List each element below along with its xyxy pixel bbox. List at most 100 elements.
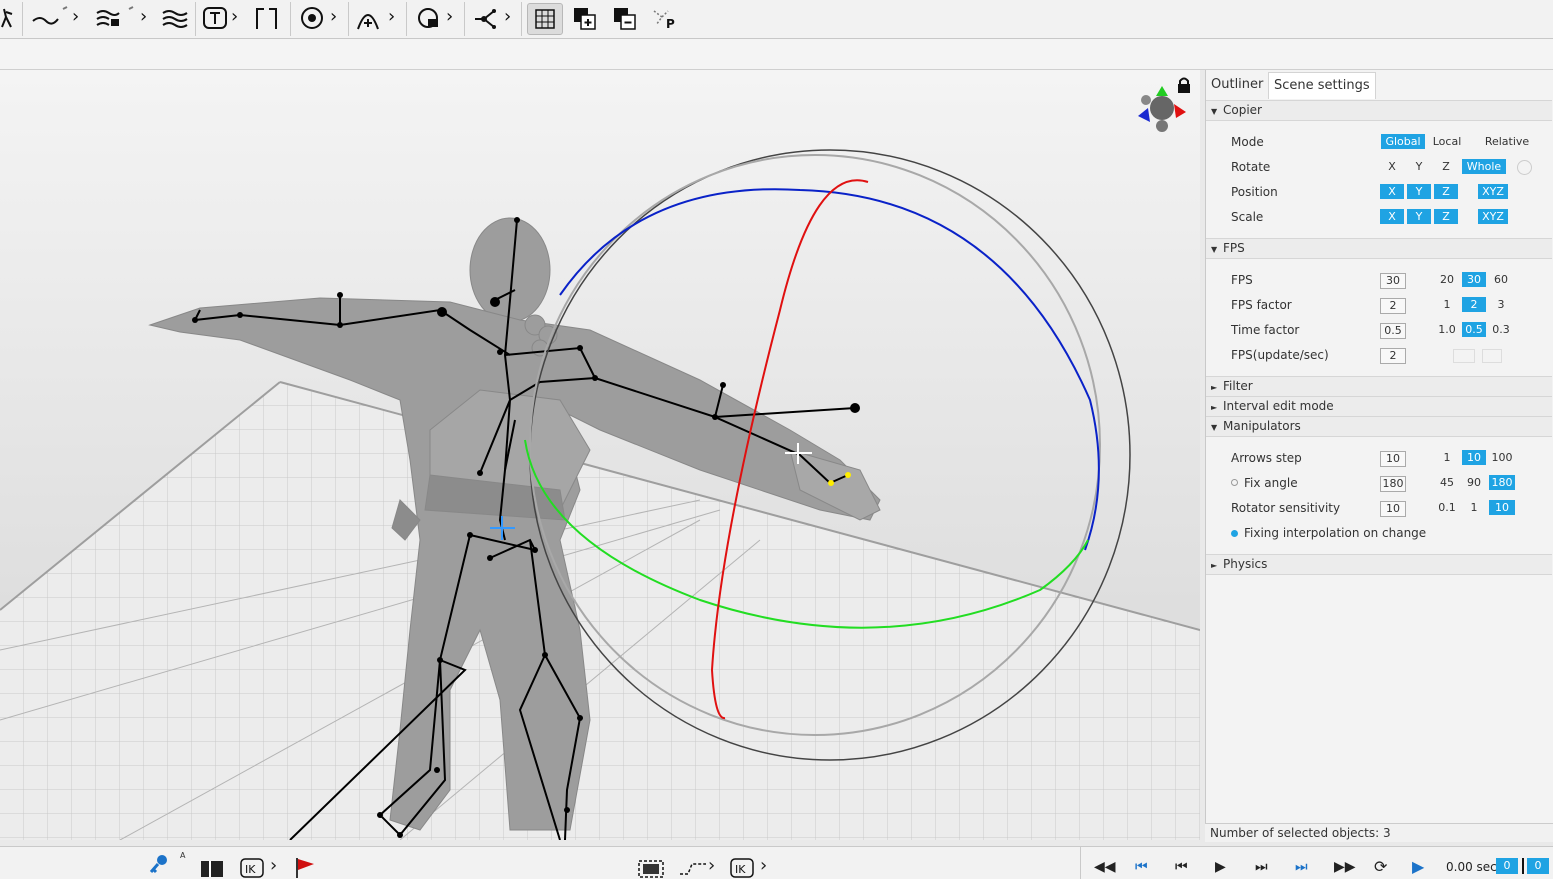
chevron-right-icon[interactable]: › xyxy=(72,6,79,27)
wave-icon[interactable] xyxy=(160,3,190,33)
refresh-icon[interactable] xyxy=(1517,160,1532,175)
rotate-x-button[interactable]: X xyxy=(1380,159,1404,174)
fps-update-input[interactable]: 2 xyxy=(1380,348,1406,364)
scale-z-button[interactable]: Z xyxy=(1434,209,1458,224)
scale-xyz-button[interactable]: XYZ xyxy=(1478,209,1508,224)
fix-angle-radio[interactable] xyxy=(1231,479,1238,486)
arrows-step-input[interactable]: 10 xyxy=(1380,451,1406,467)
rotator-sensitivity-preset-10[interactable]: 10 xyxy=(1489,500,1515,515)
fps-factor-input[interactable]: 2 xyxy=(1380,298,1406,314)
fix-angle-preset-45[interactable]: 45 xyxy=(1435,475,1459,490)
section-manipulators[interactable]: ▼ Manipulators xyxy=(1206,416,1552,437)
grid-icon[interactable] xyxy=(527,3,563,35)
scale-y-button[interactable]: Y xyxy=(1407,209,1431,224)
section-copier[interactable]: ▼ Copier xyxy=(1206,100,1552,121)
tab-scene-settings[interactable]: Scene settings xyxy=(1268,72,1376,99)
rotator-sensitivity-preset-0-1[interactable]: 0.1 xyxy=(1435,500,1459,515)
chevron-right-icon[interactable]: › xyxy=(140,6,147,27)
play-forward-icon[interactable]: ▶ xyxy=(1412,857,1424,876)
chevron-right-icon[interactable]: › xyxy=(388,6,395,27)
lock-icon[interactable] xyxy=(1176,76,1192,94)
key-icon[interactable] xyxy=(148,853,170,874)
mode-global-button[interactable]: Global xyxy=(1381,134,1425,149)
position-x-button[interactable]: X xyxy=(1380,184,1404,199)
arrows-step-preset-1[interactable]: 1 xyxy=(1435,450,1459,465)
prev-frame-icon[interactable]: ⏮ xyxy=(1175,859,1188,875)
add-layer-icon[interactable] xyxy=(570,3,600,33)
next-frame-icon[interactable]: ⏭ xyxy=(1255,859,1268,875)
fps-factor-preset-1[interactable]: 1 xyxy=(1435,297,1459,312)
fix-angle-preset-180[interactable]: 180 xyxy=(1489,475,1515,490)
chevron-right-icon[interactable]: › xyxy=(330,6,337,27)
chevron-right-icon[interactable]: › xyxy=(231,6,238,27)
remove-layer-icon[interactable] xyxy=(610,3,640,33)
time-factor-preset-0-3[interactable]: 0.3 xyxy=(1489,322,1513,337)
chevron-right-icon[interactable]: › xyxy=(504,6,511,27)
fps-factor-preset-2[interactable]: 2 xyxy=(1462,297,1486,312)
section-interval-edit-mode[interactable]: ► Interval edit mode xyxy=(1206,396,1552,417)
time-factor-label: Time factor xyxy=(1231,323,1300,337)
3d-viewport[interactable] xyxy=(0,70,1200,840)
position-y-button[interactable]: Y xyxy=(1407,184,1431,199)
time-factor-input[interactable]: 0.5 xyxy=(1380,323,1406,339)
fast-forward-icon[interactable]: ▶▶ xyxy=(1334,859,1356,875)
arrows-step-preset-100[interactable]: 100 xyxy=(1489,450,1515,465)
position-z-button[interactable]: Z xyxy=(1434,184,1458,199)
chevron-right-icon[interactable]: › xyxy=(270,855,277,876)
frame-input-b[interactable]: 0 xyxy=(1527,858,1549,874)
camera-lock-icon[interactable] xyxy=(298,3,328,33)
fps-factor-preset-3[interactable]: 3 xyxy=(1489,297,1513,312)
frame-select-icon[interactable] xyxy=(638,859,664,879)
bracket-icon[interactable] xyxy=(252,3,282,33)
target-lock-icon[interactable] xyxy=(414,3,444,33)
grid-small-icon[interactable] xyxy=(1482,349,1502,363)
section-fps[interactable]: ▼ FPS xyxy=(1206,238,1552,259)
pose-icon[interactable] xyxy=(0,3,14,33)
window-icon[interactable] xyxy=(1453,349,1475,363)
fix-angle-preset-90[interactable]: 90 xyxy=(1462,475,1486,490)
section-filter[interactable]: ► Filter xyxy=(1206,376,1552,397)
time-factor-preset-1-0[interactable]: 1.0 xyxy=(1435,322,1459,337)
svg-text:IK: IK xyxy=(735,863,746,876)
fps-preset-20[interactable]: 20 xyxy=(1435,272,1459,287)
chevron-right-icon[interactable]: › xyxy=(760,855,767,876)
curve-lock-icon[interactable] xyxy=(94,3,138,33)
mode-local-button[interactable]: Local xyxy=(1428,134,1466,149)
rotate-whole-button[interactable]: Whole xyxy=(1462,159,1506,174)
ik-icon[interactable]: IK xyxy=(730,858,754,878)
loop-icon[interactable]: ⟳ xyxy=(1374,857,1387,876)
chevron-right-icon[interactable]: › xyxy=(708,855,715,876)
last-frame-icon[interactable]: ⏭ xyxy=(1295,859,1308,875)
rotator-sensitivity-label: Rotator sensitivity xyxy=(1231,501,1341,515)
step-curve-icon[interactable] xyxy=(678,859,708,879)
fps-input[interactable]: 30 xyxy=(1380,273,1406,289)
branch-icon[interactable] xyxy=(472,3,502,33)
arrows-step-preset-10[interactable]: 10 xyxy=(1462,450,1486,465)
skeleton-p-icon[interactable]: P xyxy=(650,3,680,33)
chevron-right-icon[interactable]: › xyxy=(446,6,453,27)
rotate-y-button[interactable]: Y xyxy=(1407,159,1431,174)
fix-angle-input[interactable]: 180 xyxy=(1380,476,1406,492)
flag-icon[interactable] xyxy=(294,857,318,878)
position-xyz-button[interactable]: XYZ xyxy=(1478,184,1508,199)
rotator-sensitivity-preset-1[interactable]: 1 xyxy=(1462,500,1486,515)
fps-preset-30[interactable]: 30 xyxy=(1462,272,1486,287)
fixing-interpolation-radio[interactable] xyxy=(1231,530,1238,537)
rotator-sensitivity-input[interactable]: 10 xyxy=(1380,501,1406,517)
film-icon[interactable] xyxy=(200,859,224,879)
scale-x-button[interactable]: X xyxy=(1380,209,1404,224)
curve-icon[interactable] xyxy=(30,3,70,33)
first-frame-icon[interactable]: ⏮ xyxy=(1135,859,1148,875)
fps-preset-60[interactable]: 60 xyxy=(1489,272,1513,287)
time-factor-preset-0-5[interactable]: 0.5 xyxy=(1462,322,1486,337)
mode-relative-button[interactable]: Relative xyxy=(1479,134,1535,149)
rotate-z-button[interactable]: Z xyxy=(1434,159,1458,174)
play-icon[interactable]: ▶ xyxy=(1215,859,1226,875)
tab-outliner[interactable]: Outliner xyxy=(1206,72,1268,98)
arc-add-icon[interactable] xyxy=(354,3,384,33)
section-physics[interactable]: ► Physics xyxy=(1206,554,1552,575)
frame-input-a[interactable]: 0 xyxy=(1496,858,1518,874)
ik-icon[interactable]: IK xyxy=(240,858,264,878)
rewind-icon[interactable]: ◀◀ xyxy=(1094,859,1116,875)
text-tool-icon[interactable] xyxy=(202,3,230,33)
